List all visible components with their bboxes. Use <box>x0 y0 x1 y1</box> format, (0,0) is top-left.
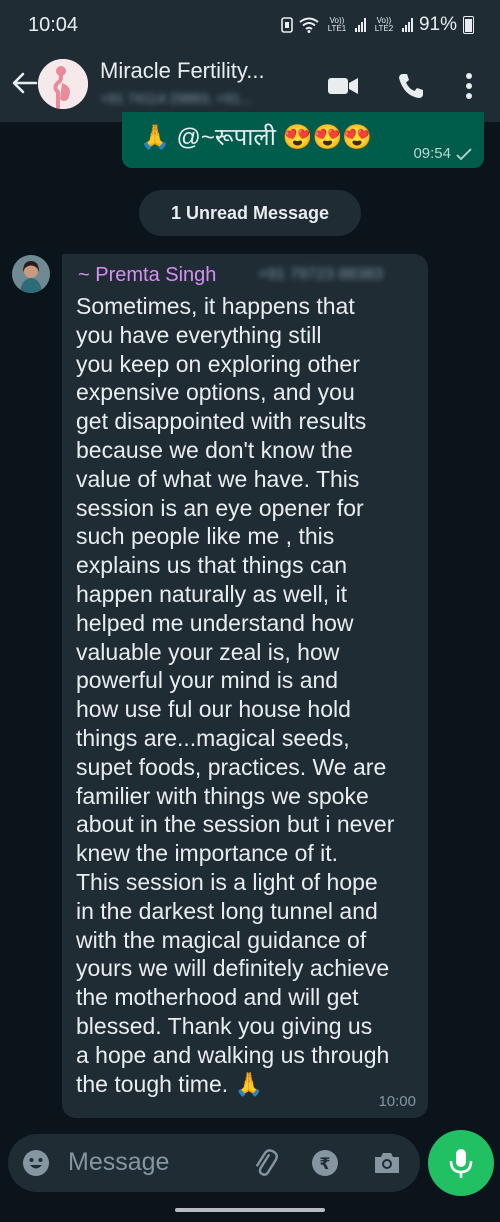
sender-photo <box>12 255 50 293</box>
outgoing-message[interactable]: 🙏 @~रूपाली 😍😍😍 09:54 <box>122 112 484 168</box>
sender-avatar[interactable] <box>12 255 50 293</box>
rupee-payment-icon[interactable]: ₹ <box>310 1148 340 1178</box>
back-arrow-icon[interactable] <box>10 68 40 98</box>
signal-1-icon <box>354 18 366 32</box>
unread-messages-pill: 1 Unread Message <box>139 190 361 236</box>
sim1-volte-label: Vo)) LTE1 <box>327 16 347 33</box>
status-icons: Vo)) LTE1 Vo)) LTE2 91% <box>281 14 474 36</box>
status-time: 10:04 <box>28 14 79 36</box>
chat-area[interactable]: 🙏 @~रूपाली 😍😍😍 09:54 1 Unread Message ~ … <box>0 112 500 1122</box>
svg-text:₹: ₹ <box>319 1154 330 1173</box>
sender-phone: +91 79723 88383 <box>258 266 384 283</box>
group-avatar[interactable] <box>38 59 88 109</box>
outgoing-message-text: 🙏 @~रूपाली 😍😍😍 <box>140 124 373 151</box>
read-ticks-icon <box>456 147 472 160</box>
chat-participants[interactable]: +91 74114 29883, +91... <box>100 90 252 106</box>
voice-message-button[interactable] <box>428 1130 494 1196</box>
outgoing-message-meta: 09:54 <box>413 145 472 162</box>
gesture-nav-bar[interactable] <box>175 1208 325 1212</box>
message-input[interactable]: Message <box>68 1148 169 1177</box>
incoming-message-text: Sometimes, it happens that you have ever… <box>76 293 395 1097</box>
outgoing-message-time: 09:54 <box>413 145 451 162</box>
sender-name[interactable]: ~ Premta Singh <box>78 264 216 287</box>
signal-2-icon <box>401 18 413 32</box>
battery-icon <box>463 16 474 34</box>
voice-call-icon[interactable] <box>394 69 428 103</box>
message-composer[interactable]: Message ₹ <box>8 1134 420 1192</box>
video-call-icon[interactable] <box>326 69 360 103</box>
sim2-volte-label: Vo)) LTE2 <box>374 16 394 33</box>
chat-title[interactable]: Miracle Fertility... <box>100 58 265 84</box>
camera-icon[interactable] <box>372 1148 402 1178</box>
emoji-icon[interactable] <box>22 1149 50 1177</box>
attach-icon[interactable] <box>250 1148 280 1178</box>
nfc-icon <box>281 17 293 33</box>
pregnant-woman-icon <box>38 59 88 109</box>
incoming-message-time: 10:00 <box>378 1093 416 1110</box>
incoming-message[interactable]: ~ Premta Singh +91 79723 88383 Sometimes… <box>62 254 428 1118</box>
status-bar: 10:04 Vo)) LTE1 Vo)) LTE2 91% <box>0 0 500 52</box>
more-options-icon[interactable] <box>452 69 486 103</box>
wifi-icon <box>299 17 319 33</box>
mic-icon <box>449 1149 473 1178</box>
battery-percent: 91% <box>418 14 457 35</box>
